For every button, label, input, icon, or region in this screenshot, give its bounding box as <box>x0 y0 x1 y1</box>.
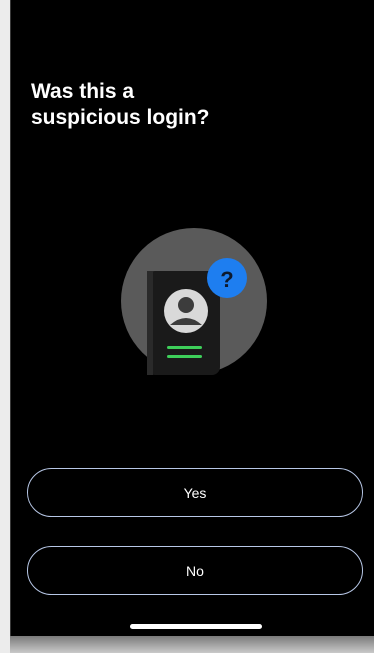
bottom-shadow <box>10 636 374 653</box>
title-line-1: Was this a <box>31 80 135 103</box>
badge-symbol: ? <box>220 267 233 292</box>
yes-button[interactable]: Yes <box>27 468 363 517</box>
avatar-icon <box>164 289 208 333</box>
suspicious-login-illustration: ? <box>121 228 267 375</box>
yes-button-label: Yes <box>183 484 207 501</box>
no-button-label: No <box>186 562 204 579</box>
home-indicator[interactable] <box>130 624 262 629</box>
page-title: Was this a suspicious login? <box>31 79 331 131</box>
question-badge-icon: ? <box>207 258 247 298</box>
screenshot-frame: Was this a suspicious login? ? Yes No <box>0 0 374 653</box>
no-button[interactable]: No <box>27 546 363 595</box>
title-line-2: suspicious login? <box>31 106 210 129</box>
